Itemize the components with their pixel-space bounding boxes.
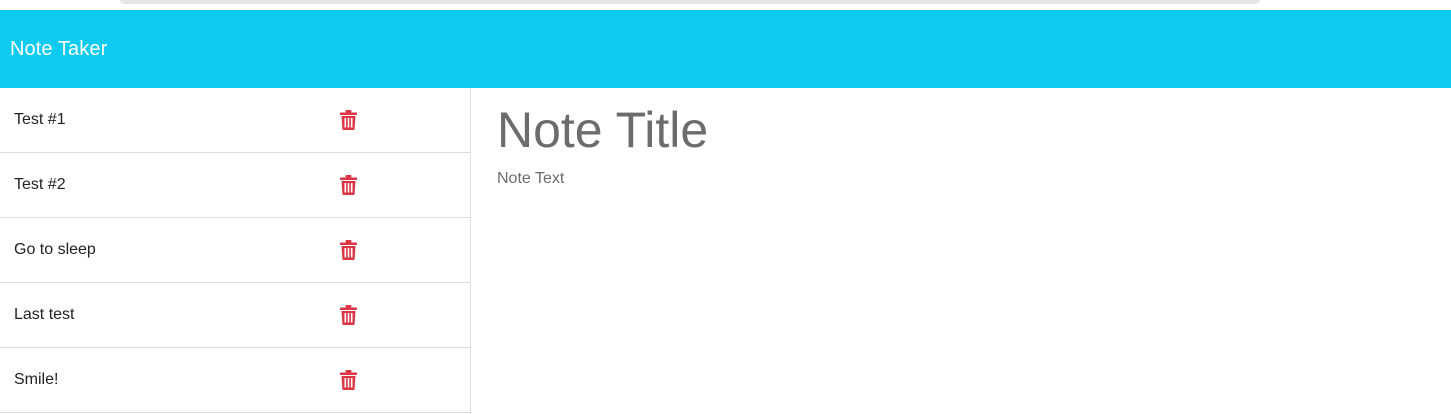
note-list-item-title[interactable]: Test #2 [14,153,66,217]
note-list-item[interactable]: Smile! [0,348,470,413]
note-list-item[interactable]: Test #1 [0,88,470,153]
delete-note-button[interactable] [340,110,357,130]
navbar-brand[interactable]: Note Taker [10,38,107,61]
note-list-item[interactable]: Last test [0,283,470,348]
note-list-item-title[interactable]: Smile! [14,348,58,412]
note-list: Test #1 Test #2 Go to sleep Last test Sm… [0,88,471,414]
horizontal-scrollbar[interactable] [120,0,1260,4]
trash-icon [340,110,357,130]
note-list-item[interactable]: Test #2 [0,153,470,218]
delete-note-button[interactable] [340,305,357,325]
note-list-item[interactable]: Go to sleep [0,218,470,283]
note-list-item-title[interactable]: Last test [14,283,74,347]
note-editor [471,88,1451,414]
trash-icon [340,240,357,260]
note-text-input[interactable] [497,170,1397,390]
trash-icon [340,175,357,195]
browser-top-strip [0,0,1451,10]
delete-note-button[interactable] [340,370,357,390]
note-title-input[interactable] [497,100,1397,160]
trash-icon [340,370,357,390]
trash-icon [340,305,357,325]
note-list-item-title[interactable]: Go to sleep [14,218,96,282]
note-list-item-title[interactable]: Test #1 [14,88,66,152]
navbar: Note Taker [0,10,1451,88]
delete-note-button[interactable] [340,240,357,260]
delete-note-button[interactable] [340,175,357,195]
